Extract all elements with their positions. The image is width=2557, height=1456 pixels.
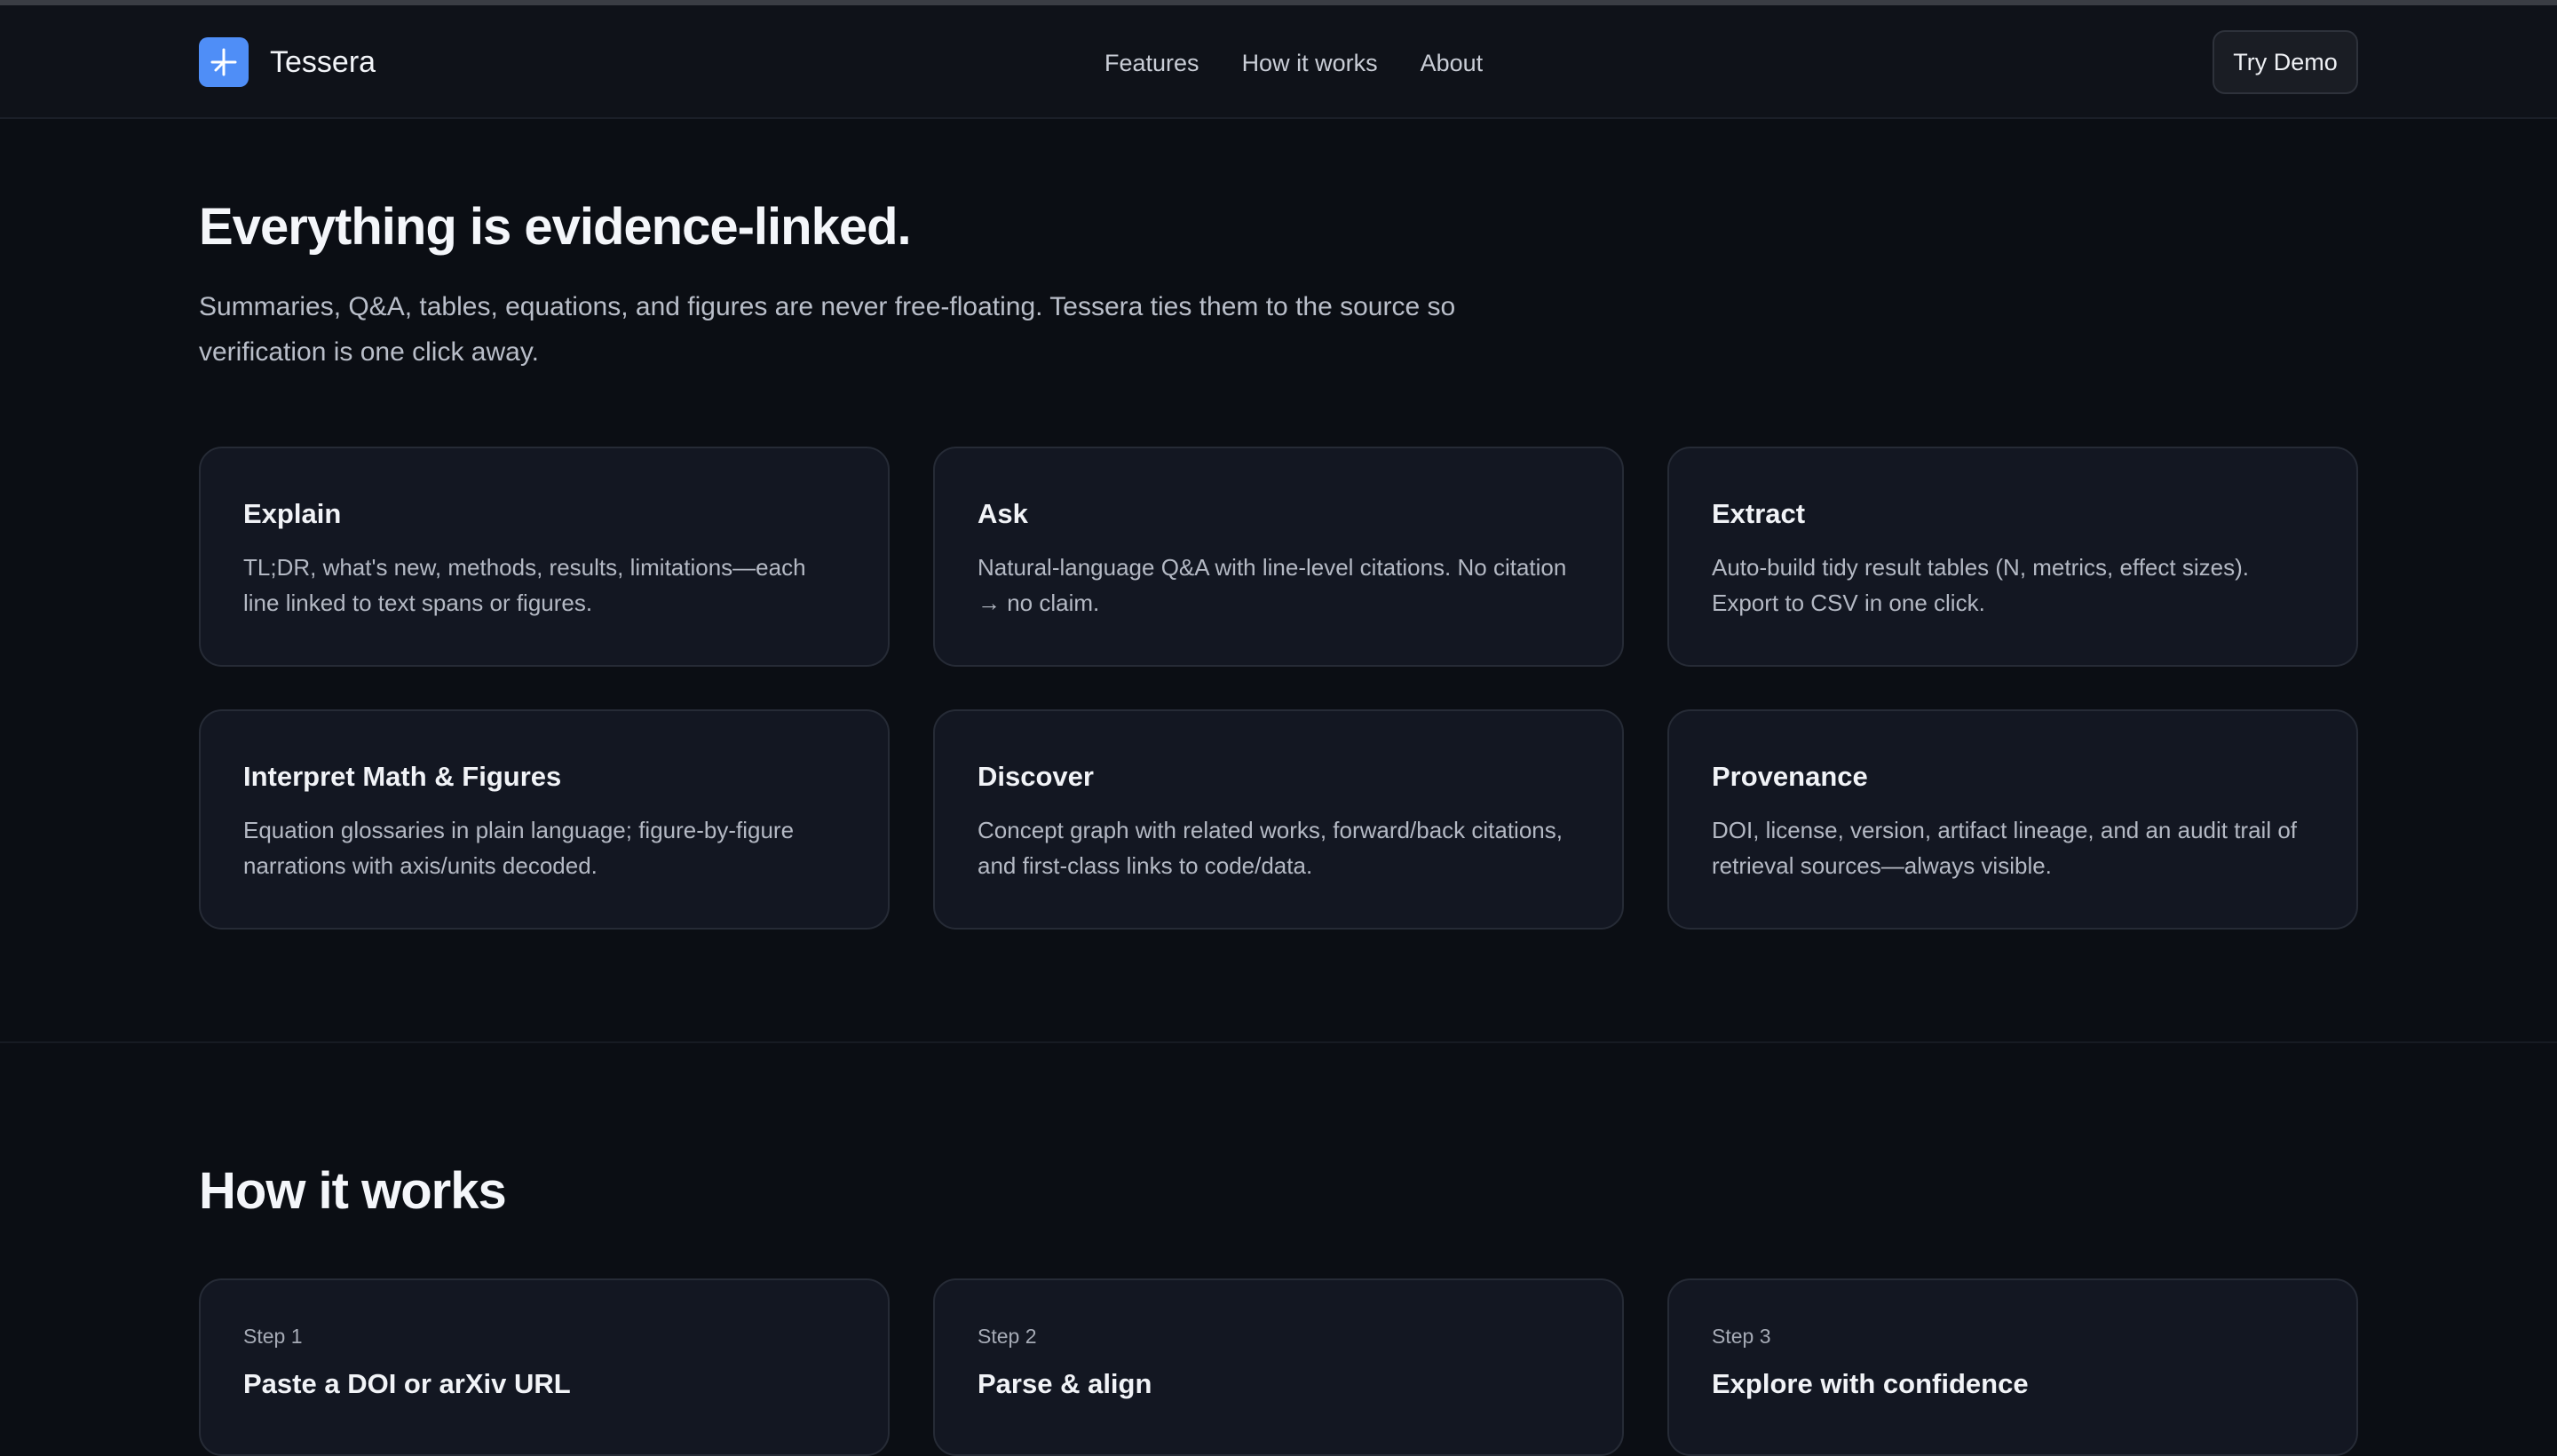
- feature-card-provenance: Provenance DOI, license, version, artifa…: [1667, 709, 2358, 930]
- feature-card-interpret: Interpret Math & Figures Equation glossa…: [199, 709, 890, 930]
- step-label: Step 1: [243, 1325, 303, 1348]
- feature-card-title: Explain: [243, 498, 342, 529]
- features-title: Everything is evidence-linked.: [199, 198, 912, 256]
- nav-link-how-it-works[interactable]: How it works: [1242, 50, 1378, 77]
- site-header: Tessera Features How it works About Try …: [0, 5, 2557, 119]
- feature-card-title: Provenance: [1712, 761, 1868, 792]
- feature-card-body: DOI, license, version, artifact lineage,…: [1712, 817, 2298, 879]
- step-label: Step 2: [978, 1325, 1037, 1348]
- feature-card-explain: Explain TL;DR, what's new, methods, resu…: [199, 447, 890, 667]
- feature-card-body: TL;DR, what's new, methods, results, lim…: [243, 554, 806, 616]
- feature-card-ask: Ask Natural-language Q&A with line-level…: [933, 447, 1624, 667]
- feature-card-title: Extract: [1712, 498, 1806, 529]
- how-it-works-title: How it works: [199, 1162, 507, 1220]
- feature-card-title: Discover: [978, 761, 1094, 792]
- step-card-1: Step 1 Paste a DOI or arXiv URL: [199, 1278, 890, 1456]
- feature-card-body: Concept graph with related works, forwar…: [978, 817, 1563, 879]
- main-nav: Features How it works About: [1104, 50, 1483, 77]
- feature-card-extract: Extract Auto-build tidy result tables (N…: [1667, 447, 2358, 667]
- sparkle-icon: [199, 37, 249, 87]
- step-label: Step 3: [1712, 1325, 1771, 1348]
- section-divider: [0, 1041, 2557, 1043]
- brand[interactable]: Tessera: [199, 37, 376, 87]
- brand-name: Tessera: [270, 44, 376, 79]
- step-title: Parse & align: [978, 1368, 1152, 1399]
- step-card-2: Step 2 Parse & align: [933, 1278, 1624, 1456]
- try-demo-button[interactable]: Try Demo: [2213, 30, 2358, 94]
- feature-card-body: Equation glossaries in plain language; f…: [243, 817, 795, 879]
- feature-card-title: Ask: [978, 498, 1028, 529]
- step-card-3: Step 3 Explore with confidence: [1667, 1278, 2358, 1456]
- step-cards: Step 1 Paste a DOI or arXiv URL Step 2 P…: [199, 1278, 2358, 1456]
- step-title: Explore with confidence: [1712, 1368, 2029, 1399]
- nav-link-features[interactable]: Features: [1104, 50, 1199, 77]
- feature-card-body: Auto-build tidy result tables (N, metric…: [1712, 554, 2249, 616]
- feature-card-title: Interpret Math & Figures: [243, 761, 562, 792]
- features-lede: Summaries, Q&A, tables, equations, and f…: [199, 292, 1456, 367]
- step-title: Paste a DOI or arXiv URL: [243, 1368, 571, 1399]
- feature-card-body: Natural-language Q&A with line-level cit…: [978, 554, 1567, 616]
- feature-card-discover: Discover Concept graph with related work…: [933, 709, 1624, 930]
- nav-link-about[interactable]: About: [1421, 50, 1484, 77]
- feature-cards: Explain TL;DR, what's new, methods, resu…: [199, 447, 2358, 930]
